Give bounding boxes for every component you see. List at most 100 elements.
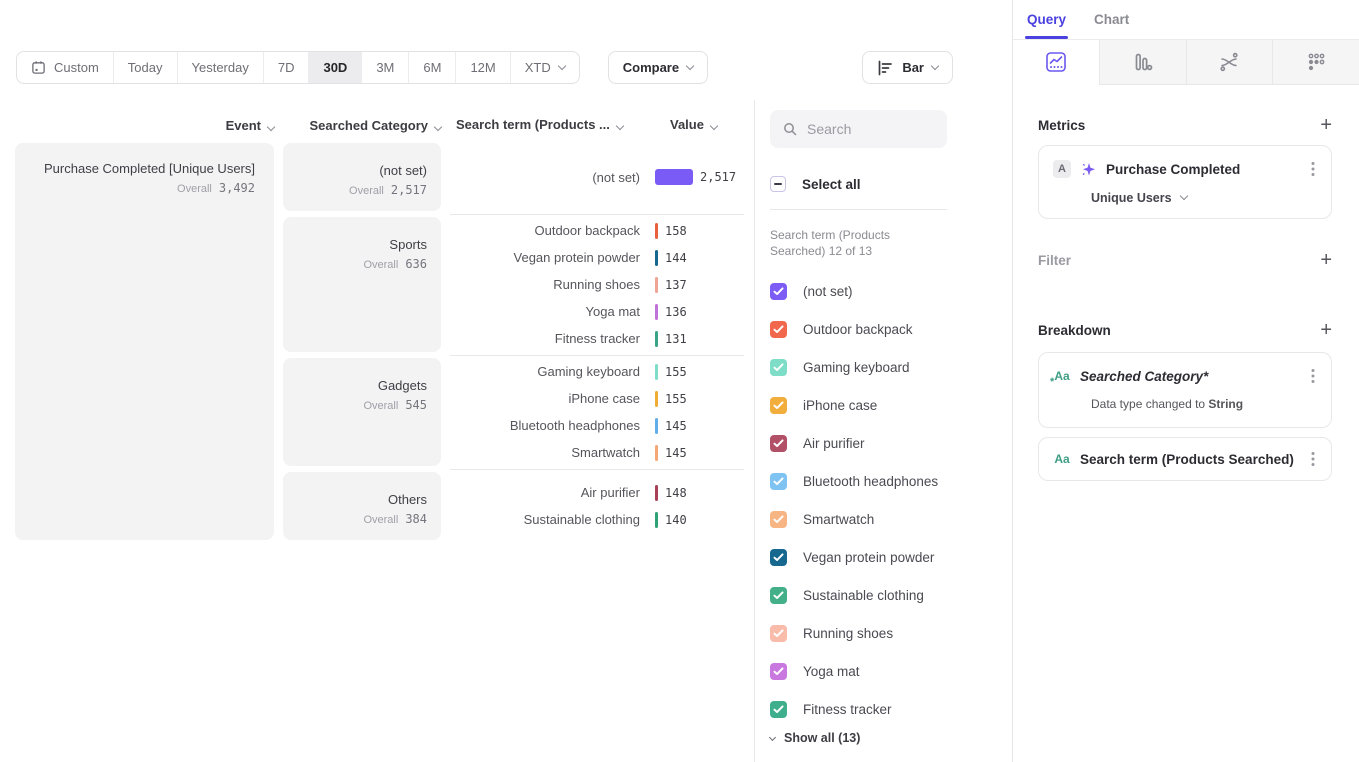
category-cell[interactable]: OthersOverall384 (283, 472, 441, 540)
category-cell[interactable]: (not set)Overall2,517 (283, 143, 441, 211)
legend-item[interactable]: Sustainable clothing (770, 576, 1012, 614)
legend-item[interactable]: Bluetooth headphones (770, 462, 1012, 500)
term-value: 145 (665, 446, 687, 460)
insights-icon (1045, 51, 1067, 73)
term-row[interactable]: Sustainable clothing140 (450, 506, 744, 533)
select-all-row[interactable]: Select all (770, 176, 1012, 192)
category-overall-value: 2,517 (391, 183, 427, 197)
report-tab-flows[interactable] (1186, 40, 1273, 85)
checkbox[interactable] (770, 473, 787, 490)
category-cell[interactable]: GadgetsOverall545 (283, 358, 441, 466)
legend-item-label: Fitness tracker (803, 702, 892, 717)
header-value[interactable]: Value (670, 117, 717, 132)
breakdown-note: Data type changed to String (1091, 397, 1317, 411)
term-label: Yoga mat (450, 304, 640, 319)
toolbar: Custom Today Yesterday 7D 30D3M6M12MXTD Comp… (16, 51, 1012, 84)
event-cell[interactable]: Purchase Completed [Unique Users] Overal… (15, 143, 274, 540)
checkbox[interactable] (770, 625, 787, 642)
category-cell[interactable]: SportsOverall636 (283, 217, 441, 352)
term-label: Outdoor backpack (450, 223, 640, 238)
term-row[interactable]: Running shoes137 (450, 271, 744, 298)
checkbox[interactable] (770, 587, 787, 604)
legend-item[interactable]: Gaming keyboard (770, 348, 1012, 386)
checkbox[interactable] (770, 321, 787, 338)
legend-item[interactable]: Outdoor backpack (770, 310, 1012, 348)
checkbox[interactable] (770, 283, 787, 300)
term-rows: Outdoor backpack158Vegan protein powder1… (450, 217, 744, 352)
tab-query[interactable]: Query (1027, 0, 1066, 39)
checkbox[interactable] (770, 435, 787, 452)
term-row[interactable]: Yoga mat136 (450, 298, 744, 325)
term-row[interactable]: Vegan protein powder144 (450, 244, 744, 271)
legend-item-label: Yoga mat (803, 664, 860, 679)
term-label: Air purifier (450, 485, 640, 500)
report-tab-funnels[interactable] (1099, 40, 1186, 85)
checkbox[interactable] (770, 663, 787, 680)
checkbox[interactable] (770, 549, 787, 566)
show-all-button[interactable]: Show all (13) (770, 731, 1012, 745)
tab-chart-label: Chart (1094, 12, 1129, 27)
kebab-icon[interactable] (1309, 366, 1317, 386)
term-row[interactable]: iPhone case155 (450, 385, 744, 412)
legend-item[interactable]: Fitness tracker (770, 690, 1012, 728)
text-type-icon: Aa (1053, 369, 1071, 383)
report-tab-insights[interactable] (1013, 40, 1099, 85)
metrics-heading: Metrics (1038, 118, 1085, 133)
term-row[interactable]: Air purifier148 (450, 479, 744, 506)
legend-item-label: Sustainable clothing (803, 588, 924, 603)
range-label: 7D (278, 60, 295, 75)
legend-item[interactable]: (not set) (770, 272, 1012, 310)
header-event[interactable]: Event (15, 118, 274, 133)
checkbox[interactable] (770, 701, 787, 718)
range-custom[interactable]: Custom (17, 52, 113, 83)
range-3m[interactable]: 3M (361, 52, 408, 83)
report-tab-retention[interactable] (1272, 40, 1359, 85)
select-all-checkbox[interactable] (770, 176, 786, 192)
chevron-down-icon (931, 61, 939, 69)
kebab-icon[interactable] (1309, 449, 1317, 469)
term-row[interactable]: Bluetooth headphones145 (450, 412, 744, 439)
range-12m[interactable]: 12M (455, 52, 509, 83)
term-row[interactable]: Fitness tracker131 (450, 325, 744, 352)
kebab-icon[interactable] (1309, 159, 1317, 179)
legend-item[interactable]: Running shoes (770, 614, 1012, 652)
term-row[interactable]: Smartwatch145 (450, 439, 744, 466)
header-search-term[interactable]: Search term (Products ... (456, 117, 623, 132)
tab-chart[interactable]: Chart (1094, 0, 1129, 39)
compare-button[interactable]: Compare (608, 51, 708, 84)
legend-item[interactable]: Smartwatch (770, 500, 1012, 538)
range-yesterday[interactable]: Yesterday (177, 52, 263, 83)
checkbox[interactable] (770, 397, 787, 414)
breakdown-card[interactable]: Aa Search term (Products Searched) (1038, 437, 1332, 481)
funnels-icon (1132, 51, 1154, 73)
range-6m[interactable]: 6M (408, 52, 455, 83)
chevron-down-icon (769, 733, 776, 740)
range-xtd[interactable]: XTD (510, 52, 579, 83)
checkbox[interactable] (770, 511, 787, 528)
add-breakdown-button[interactable]: + (1320, 321, 1332, 339)
range-label: Custom (54, 60, 99, 75)
header-searched-category[interactable]: Searched Category (283, 118, 441, 133)
legend-item[interactable]: Vegan protein powder (770, 538, 1012, 576)
search-input[interactable] (807, 121, 927, 137)
value-bar (655, 304, 658, 320)
legend-item[interactable]: Yoga mat (770, 652, 1012, 690)
checkbox[interactable] (770, 359, 787, 376)
add-filter-button[interactable]: + (1320, 251, 1332, 269)
aggregation-selector[interactable]: Unique Users (1091, 191, 1317, 205)
breakdown-card[interactable]: Aa Searched Category* Data type changed … (1038, 352, 1332, 428)
legend-item[interactable]: iPhone case (770, 386, 1012, 424)
range-7d[interactable]: 7D (263, 52, 309, 83)
range-label: Today (128, 60, 163, 75)
metric-card[interactable]: A Purchase Completed Unique Users (1038, 145, 1332, 219)
chart-type-button[interactable]: Bar (862, 51, 953, 84)
range-today[interactable]: Today (113, 52, 177, 83)
term-row[interactable]: Outdoor backpack158 (450, 217, 744, 244)
category-overall: Overall636 (293, 257, 427, 271)
add-metric-button[interactable]: + (1320, 116, 1332, 134)
range-label: Yesterday (192, 60, 249, 75)
term-row[interactable]: Gaming keyboard155 (450, 358, 744, 385)
term-row[interactable]: (not set)2,517 (450, 164, 744, 191)
legend-item[interactable]: Air purifier (770, 424, 1012, 462)
range-30d[interactable]: 30D (308, 52, 361, 83)
